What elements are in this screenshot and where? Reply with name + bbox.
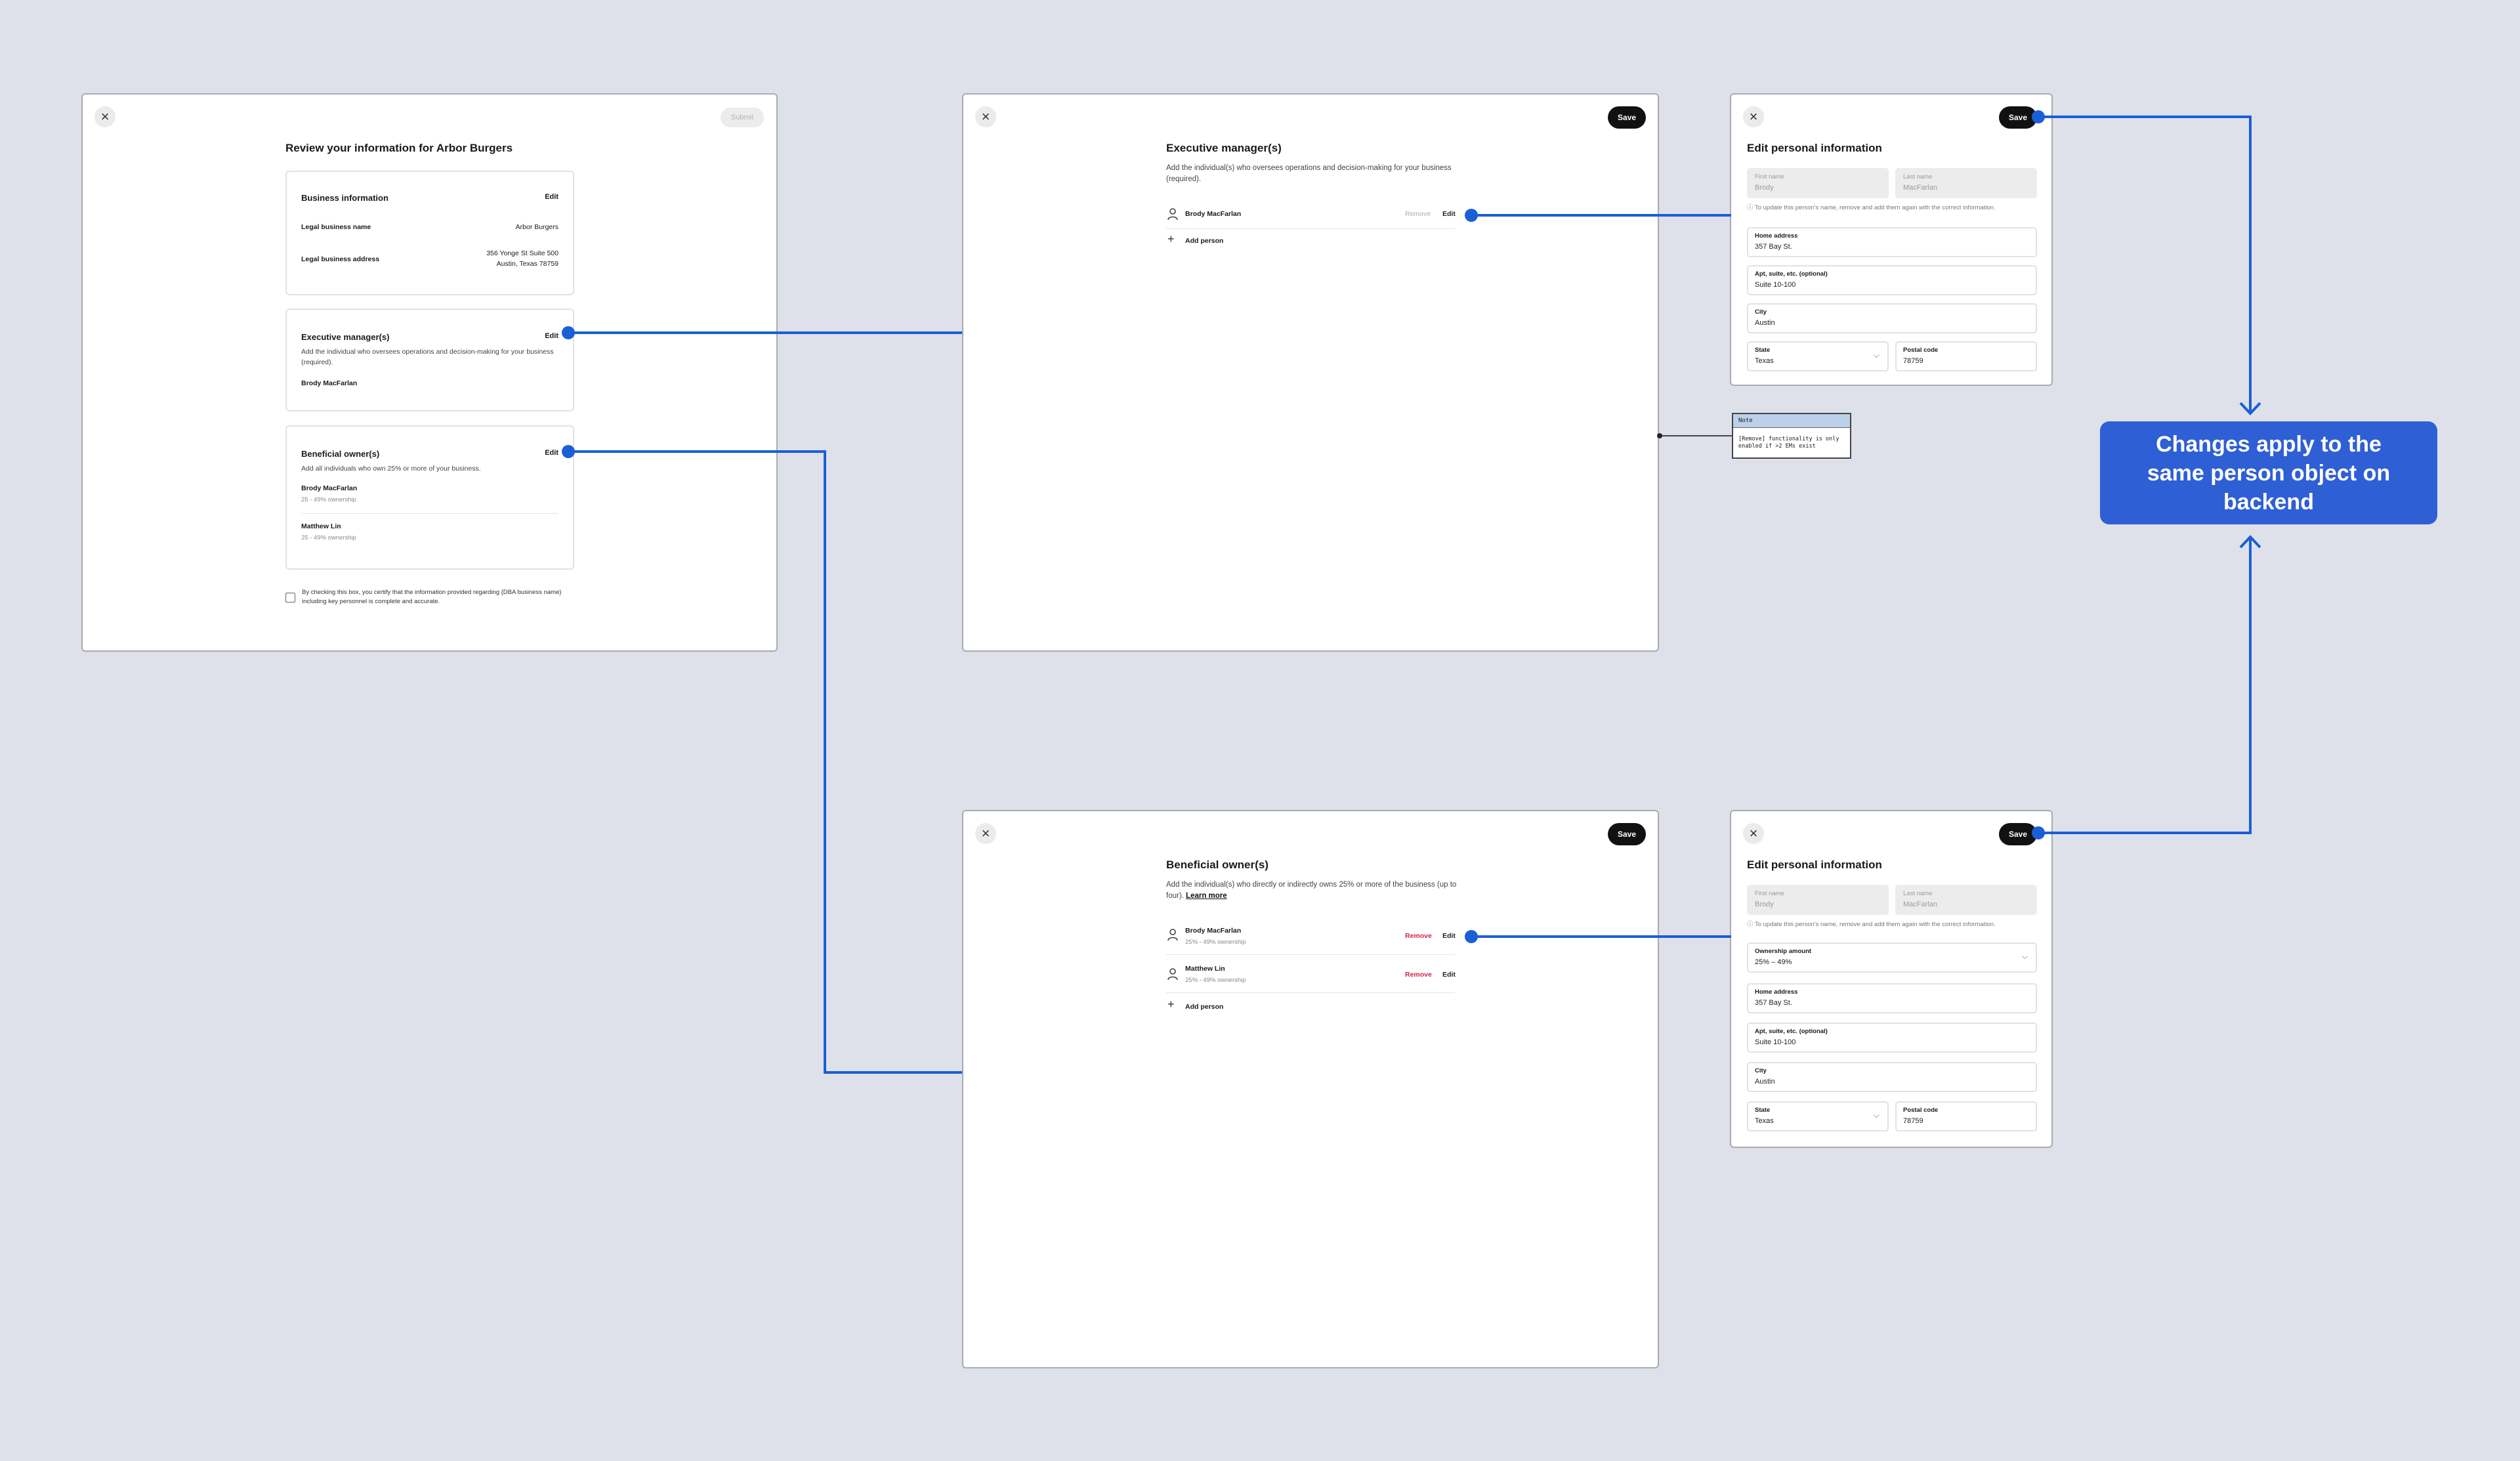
connector-dot (562, 445, 575, 458)
connector-save-top (2038, 116, 2252, 412)
connector-save-bottom (2038, 538, 2252, 834)
connector-dot (2032, 110, 2045, 123)
connector-dot (1465, 930, 1478, 943)
note-connector-dot (1657, 433, 1662, 438)
connector-dot (562, 326, 575, 339)
connector-dot (2032, 826, 2045, 839)
connectors (562, 110, 2261, 1074)
connector-dot (1465, 209, 1478, 222)
connector-owners (568, 450, 962, 1074)
